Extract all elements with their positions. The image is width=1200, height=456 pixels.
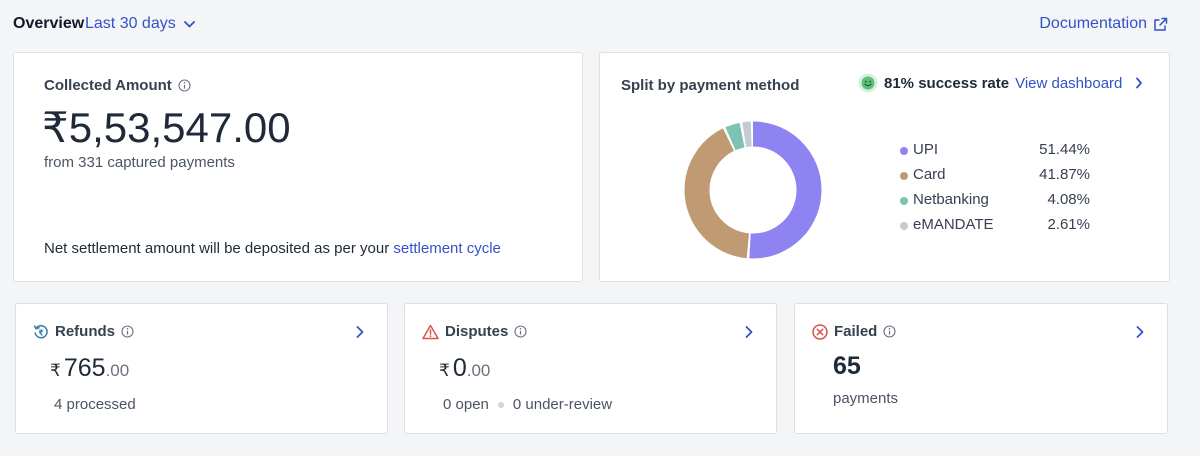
collected-amount-card: Collected Amount ₹5,53,547.00 from 331 c… — [13, 52, 583, 282]
smiley-icon — [858, 73, 878, 93]
failed-count: 65 — [833, 352, 861, 380]
settlement-cycle-link[interactable]: settlement cycle — [393, 240, 501, 257]
legend-color-dot — [900, 222, 908, 230]
info-icon[interactable] — [121, 325, 134, 338]
legend-item-upi: UPI 51.44% — [900, 141, 1090, 161]
chevron-down-icon — [183, 20, 195, 27]
disputes-open: 0 open — [443, 396, 489, 413]
collected-title-row: Collected Amount — [44, 77, 191, 94]
legend-percent: 51.44% — [1039, 141, 1090, 158]
error-circle-icon — [812, 323, 828, 340]
refunds-amount: ₹ 765 .00 — [50, 354, 129, 383]
svg-text:₹: ₹ — [38, 328, 44, 337]
info-icon[interactable] — [178, 79, 191, 92]
disputes-status-row: 0 open 0 under-review — [443, 396, 612, 413]
date-range-dropdown[interactable]: Last 30 days — [85, 15, 195, 33]
refund-icon: ₹ — [33, 324, 48, 338]
success-rate: 81% success rate — [884, 74, 1010, 92]
legend-percent: 41.87% — [1039, 166, 1090, 183]
view-dashboard-link[interactable]: View dashboard — [1015, 75, 1122, 92]
disputes-under-review: 0 under-review — [512, 396, 613, 413]
payment-split-card: Split by payment method 81% success rate… — [599, 52, 1170, 282]
collected-title: Collected Amount — [44, 77, 172, 94]
currency-symbol: ₹ — [50, 361, 61, 380]
legend-percent: 2.61% — [1047, 216, 1090, 233]
legend-label: Card — [913, 166, 946, 183]
external-link-icon — [1154, 17, 1168, 31]
settlement-note: Net settlement amount will be deposited … — [44, 240, 501, 257]
documentation-link[interactable]: Documentation — [1039, 15, 1168, 33]
overview-header: Overview Last 30 days Documentation — [13, 14, 1180, 36]
payment-method-donut-chart — [684, 121, 822, 259]
legend-label: Netbanking — [913, 191, 989, 208]
documentation-label: Documentation — [1039, 15, 1147, 32]
legend-item-netbanking: Netbanking 4.08% — [900, 191, 1090, 211]
disputes-card[interactable]: Disputes ₹ 0 .00 0 open 0 under-review — [404, 303, 777, 434]
split-title: Split by payment method — [621, 77, 800, 94]
legend-percent: 4.08% — [1047, 191, 1090, 208]
chevron-right-icon[interactable] — [1135, 325, 1145, 339]
disputes-amount: ₹ 0 .00 — [439, 354, 490, 383]
separator-dot — [497, 401, 504, 408]
success-rate-row: 81% success rate View dashboard — [858, 73, 1146, 93]
overview-label: Overview — [13, 15, 85, 32]
refunds-title: Refunds — [55, 323, 115, 340]
refunds-amount-integer: 765 — [63, 354, 106, 382]
refunds-amount-decimal: .00 — [105, 361, 130, 380]
legend-label: UPI — [913, 141, 939, 158]
failed-card[interactable]: Failed 65 payments — [794, 303, 1168, 434]
disputes-title-row: Disputes — [422, 323, 527, 340]
refunds-card[interactable]: ₹ Refunds ₹ 765 .00 4 processed — [15, 303, 388, 434]
warning-icon — [422, 324, 439, 339]
settlement-text: Net settlement amount will be deposited … — [44, 240, 390, 257]
refunds-title-row: ₹ Refunds — [33, 323, 134, 340]
legend-color-dot — [900, 147, 908, 155]
legend-item-emandate: eMANDATE 2.61% — [900, 216, 1090, 236]
chevron-right-icon[interactable] — [1130, 77, 1146, 89]
legend-color-dot — [900, 197, 908, 205]
legend-label: eMANDATE — [913, 216, 994, 233]
info-icon[interactable] — [883, 325, 896, 338]
legend-color-dot — [900, 172, 908, 180]
info-icon[interactable] — [514, 325, 527, 338]
collected-amount: ₹5,53,547.00 — [42, 104, 291, 151]
failed-title-row: Failed — [812, 323, 896, 340]
disputes-amount-integer: 0 — [452, 354, 467, 382]
currency-symbol: ₹ — [439, 361, 450, 380]
refunds-subtitle: 4 processed — [54, 396, 136, 413]
collected-subtitle: from 331 captured payments — [44, 154, 235, 171]
failed-title: Failed — [834, 323, 878, 340]
chevron-right-icon[interactable] — [355, 325, 365, 339]
disputes-amount-decimal: .00 — [466, 361, 491, 380]
chevron-right-icon[interactable] — [744, 325, 754, 339]
legend-item-card: Card 41.87% — [900, 166, 1090, 186]
failed-subtitle: payments — [833, 390, 899, 407]
date-range-label: Last 30 days — [85, 15, 176, 32]
disputes-title: Disputes — [445, 323, 509, 340]
